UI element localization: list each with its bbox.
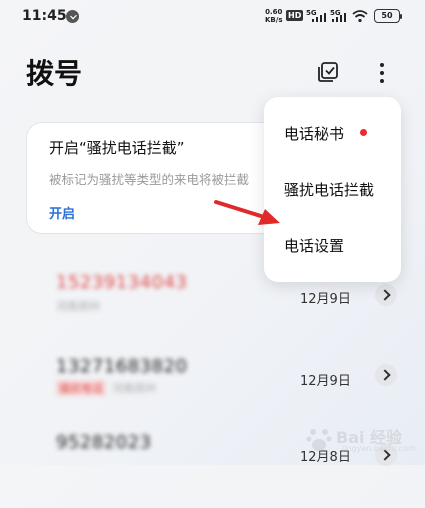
status-bar: 11:45 0.60 KB/s HD 5G 5G 50 — [0, 0, 425, 34]
call-detail-button[interactable] — [375, 284, 397, 306]
call-location-text: 河南郑州 — [112, 382, 156, 395]
battery-icon: 50 — [374, 9, 400, 23]
battery-level: 50 — [381, 11, 393, 20]
call-log-row[interactable]: 13271683820 骚扰电话 河南郑州 12月9日 — [0, 348, 425, 428]
notification-icon — [66, 10, 79, 23]
status-time: 11:45 — [22, 8, 67, 24]
call-number: 95282023 — [56, 432, 152, 453]
baidu-paw-icon — [306, 429, 332, 451]
menu-item-call-settings[interactable]: 电话设置 — [284, 235, 344, 256]
call-number: 15239134043 — [56, 272, 188, 293]
page-title: 拨号 — [26, 57, 83, 90]
watermark-url: jingyan.baidu.com — [342, 444, 416, 453]
wifi-icon — [352, 10, 368, 23]
new-badge-dot — [360, 129, 367, 136]
menu-item-spam-intercept[interactable]: 骚扰电话拦截 — [284, 179, 374, 200]
signal-bars-2-icon — [330, 12, 346, 22]
battery-tip — [400, 14, 402, 19]
call-date: 12月9日 — [300, 292, 351, 307]
call-location: 河南郑州 — [56, 300, 100, 313]
call-number: 13271683820 — [56, 356, 188, 377]
call-location: 骚扰电话 河南郑州 — [56, 380, 156, 396]
call-date: 12月9日 — [300, 374, 351, 389]
multi-select-icon[interactable] — [318, 62, 338, 82]
menu-item-call-secretary[interactable]: 电话秘书 — [284, 123, 344, 144]
call-detail-button[interactable] — [375, 364, 397, 386]
more-options-icon[interactable] — [374, 61, 390, 85]
card-title: 开启“骚扰电话拦截” — [49, 139, 185, 157]
network-speed-value: 0.60 — [265, 8, 283, 16]
network-speed: 0.60 KB/s — [265, 8, 282, 24]
enable-intercept-button[interactable]: 开启 — [49, 203, 75, 222]
signal-bars-1-icon — [310, 12, 326, 22]
baidu-watermark: Bai 经验 jingyan.baidu.com — [302, 420, 422, 460]
spam-tag: 骚扰电话 — [56, 380, 106, 396]
hd-icon: HD — [286, 10, 304, 21]
network-speed-unit: KB/s — [265, 16, 283, 24]
annotation-arrow-icon — [214, 200, 280, 225]
overflow-menu: 电话秘书 骚扰电话拦截 电话设置 — [264, 97, 401, 282]
card-description: 被标记为骚扰等类型的来电将被拦截 — [49, 172, 250, 187]
